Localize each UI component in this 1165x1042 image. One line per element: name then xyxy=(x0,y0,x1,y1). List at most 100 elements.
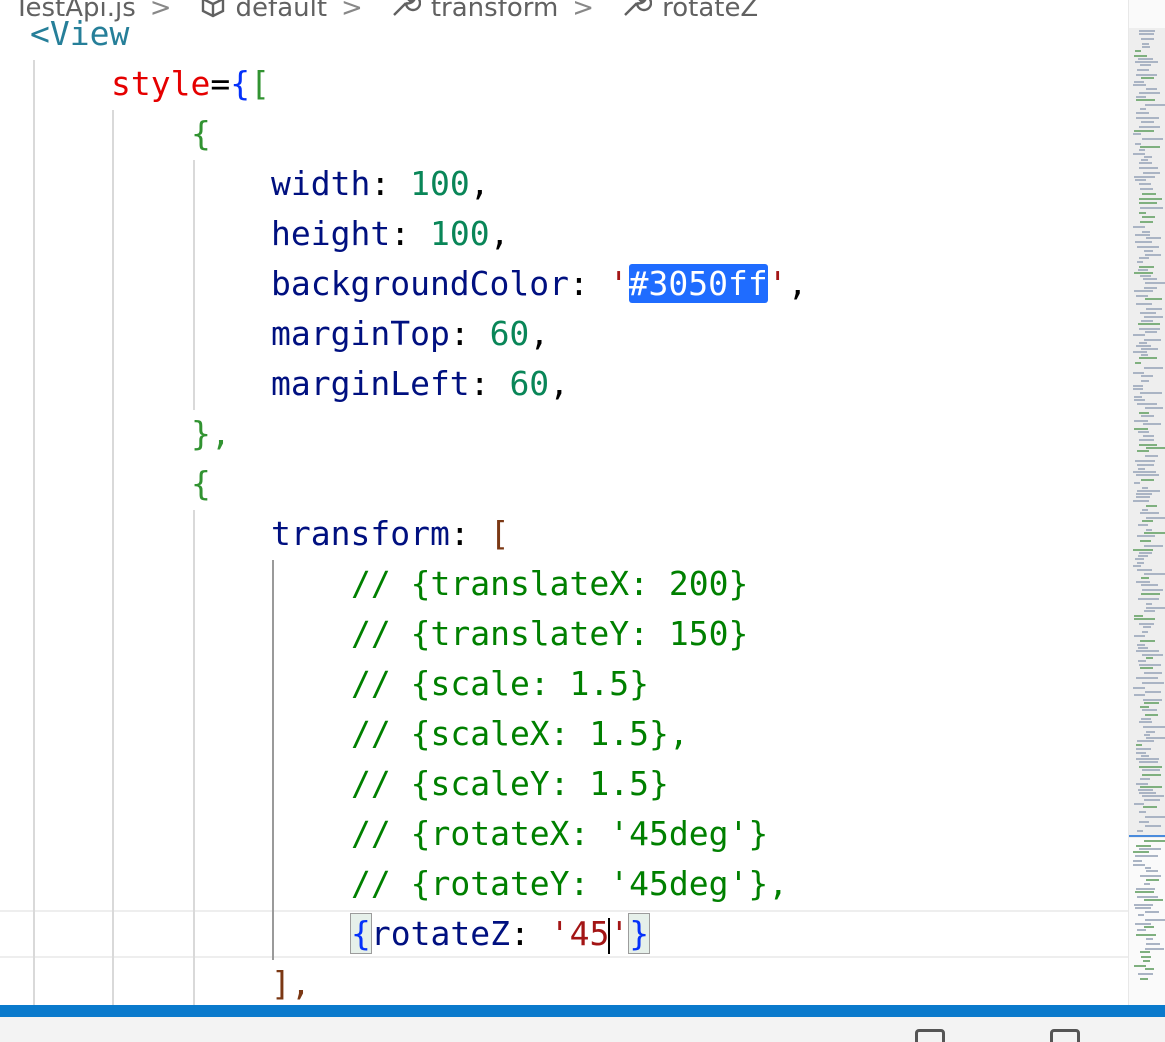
code-line: width: 100, xyxy=(271,164,490,203)
minimap-line xyxy=(1139,328,1160,330)
minimap-line xyxy=(1144,316,1163,318)
breadcrumb-item-transform[interactable]: transform xyxy=(391,0,558,25)
minimap-line xyxy=(1135,143,1141,145)
minimap-line xyxy=(1142,487,1148,489)
code-line: transform: [ xyxy=(271,514,510,553)
minimap-line xyxy=(1134,428,1148,430)
status-bar xyxy=(0,1005,1165,1017)
minimap-line xyxy=(1134,635,1145,637)
minimap-line xyxy=(1142,520,1153,522)
comment-line: // {translateY: 150} xyxy=(351,614,749,653)
minimap-line xyxy=(1144,926,1154,928)
minimap-line xyxy=(1137,69,1149,71)
minimap-line xyxy=(1139,198,1162,200)
minimap-line xyxy=(1139,257,1149,259)
minimap-line xyxy=(1145,691,1161,693)
matched-brace: { xyxy=(350,913,372,954)
minimap-line xyxy=(1141,348,1158,350)
minimap-line xyxy=(1136,303,1152,305)
minimap-line xyxy=(1138,789,1153,791)
minimap-line xyxy=(1134,482,1140,484)
minimap-line xyxy=(1140,640,1155,642)
minimap-line xyxy=(1142,654,1163,656)
comment-line: // {scaleY: 1.5} xyxy=(351,764,669,803)
minimap-line xyxy=(1139,848,1161,850)
minimap-line xyxy=(1146,943,1160,945)
minimap-line xyxy=(1142,138,1163,140)
minimap-line xyxy=(1140,667,1153,669)
minimap-slider[interactable] xyxy=(1129,28,1165,838)
minimap-line xyxy=(1137,896,1158,898)
code-line-current[interactable]: {rotateZ: '45'} xyxy=(350,909,651,959)
minimap-line xyxy=(1146,505,1157,507)
minimap-line xyxy=(1140,275,1151,277)
minimap-line xyxy=(1139,126,1160,128)
minimap-line xyxy=(1135,907,1151,909)
minimap-line xyxy=(1145,282,1165,284)
minimap[interactable] xyxy=(1128,0,1165,1005)
minimap-line xyxy=(1146,879,1159,881)
minimap-line xyxy=(1133,351,1147,353)
minimap-line xyxy=(1140,221,1153,223)
minimap-line xyxy=(1141,77,1154,79)
minimap-line xyxy=(1139,721,1152,723)
minimap-line xyxy=(1136,888,1155,890)
minimap-line xyxy=(1137,261,1143,263)
minimap-line xyxy=(1145,254,1161,256)
minimap-line xyxy=(1142,509,1148,511)
minimap-line xyxy=(1142,795,1164,797)
minimap-line xyxy=(1146,517,1165,519)
minimap-line xyxy=(1138,323,1160,325)
breadcrumb-file[interactable]: TestApi.js xyxy=(14,0,136,23)
minimap-line xyxy=(1135,460,1155,462)
comment-line: // {rotateY: '45deg'}, xyxy=(351,864,789,903)
minimap-line xyxy=(1141,577,1149,579)
minimap-line xyxy=(1144,840,1165,842)
minimap-line xyxy=(1143,423,1161,425)
minimap-line xyxy=(1146,88,1157,90)
minimap-viewport-marker xyxy=(1129,835,1165,837)
minimap-line xyxy=(1133,84,1146,86)
minimap-line xyxy=(1133,385,1143,387)
comment-line: // {rotateX: '45deg'} xyxy=(351,814,769,853)
minimap-line xyxy=(1134,803,1144,805)
minimap-line xyxy=(1139,183,1151,185)
minimap-line xyxy=(1140,207,1163,209)
minimap-line xyxy=(1146,607,1165,609)
comment-line: // {scale: 1.5} xyxy=(351,664,650,703)
minimap-line xyxy=(1133,549,1153,551)
minimap-line xyxy=(1142,231,1150,233)
selected-text[interactable]: #3050ff xyxy=(628,264,768,303)
minimap-line xyxy=(1136,496,1150,498)
minimap-line xyxy=(1136,117,1159,119)
terminal-panel-icon[interactable] xyxy=(915,1029,945,1042)
minimap-line xyxy=(1144,883,1150,885)
minimap-line xyxy=(1139,33,1154,35)
minimap-line xyxy=(1139,266,1154,268)
code-editor[interactable]: <View style={[ { width: 100, height: 100… xyxy=(0,0,1128,1005)
minimap-line xyxy=(1139,342,1147,344)
minimap-line xyxy=(1139,792,1156,794)
minimap-line xyxy=(1142,769,1160,771)
split-panel-icon[interactable] xyxy=(1050,1029,1080,1042)
minimap-line xyxy=(1137,740,1154,742)
minimap-line xyxy=(1136,752,1146,754)
minimap-line xyxy=(1133,687,1145,689)
minimap-line xyxy=(1136,474,1159,476)
minimap-line xyxy=(1138,269,1148,271)
comment-line: // {scaleX: 1.5}, xyxy=(351,714,689,753)
minimap-line xyxy=(1136,650,1159,652)
code-line: ], xyxy=(271,964,311,1003)
cube-icon xyxy=(200,0,226,25)
minimap-line xyxy=(1143,960,1150,962)
code-line: height: 100, xyxy=(271,214,510,253)
minimap-line xyxy=(1138,914,1144,916)
breadcrumb-item-default[interactable]: default xyxy=(200,0,327,25)
minimap-line xyxy=(1141,38,1154,40)
breadcrumb-item-rotatez[interactable]: rotateZ xyxy=(622,0,758,25)
minimap-line xyxy=(1135,61,1158,63)
minimap-line xyxy=(1136,581,1150,583)
minimap-line xyxy=(1138,468,1145,470)
breadcrumb: TestApi.js > default > transform > rotat… xyxy=(0,0,1130,26)
minimap-line xyxy=(1134,272,1153,274)
